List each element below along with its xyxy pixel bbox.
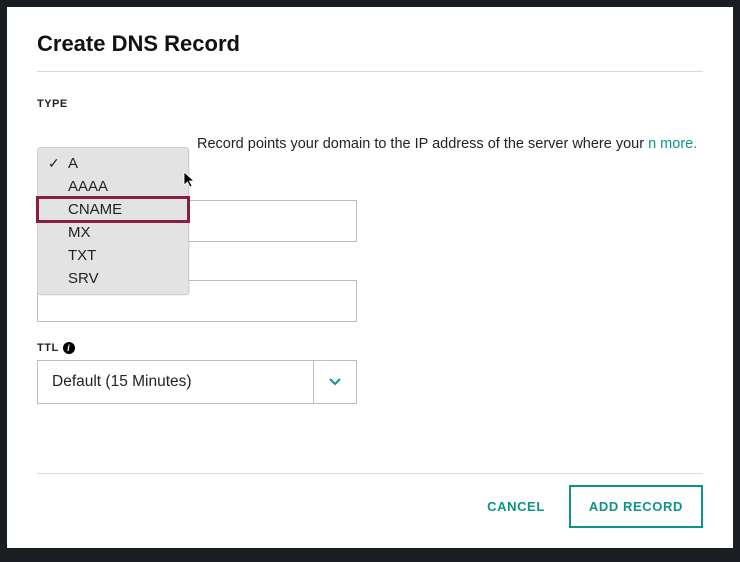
create-dns-record-dialog: Create DNS Record TYPE Record points you… — [7, 7, 733, 548]
dialog-footer: CANCEL ADD RECORD — [481, 485, 703, 528]
dropdown-item-a[interactable]: ✓ A — [38, 152, 188, 175]
info-icon[interactable]: i — [63, 342, 75, 354]
cancel-button[interactable]: CANCEL — [481, 489, 551, 524]
dropdown-item-label: TXT — [68, 247, 96, 264]
ttl-section: TTL i Default (15 Minutes) — [37, 342, 703, 404]
chevron-down-icon — [329, 378, 341, 386]
type-section: TYPE — [37, 98, 703, 110]
dropdown-item-label: AAAA — [68, 178, 108, 195]
dropdown-item-label: MX — [68, 224, 91, 241]
ttl-select-value: Default (15 Minutes) — [37, 360, 313, 404]
dropdown-item-mx[interactable]: MX — [38, 221, 188, 244]
dialog-title: Create DNS Record — [37, 31, 703, 57]
description-text: Record points your domain to the IP addr… — [197, 136, 644, 152]
dropdown-item-cname[interactable]: CNAME — [38, 198, 188, 221]
check-icon: ✓ — [48, 155, 60, 172]
divider-bottom — [37, 473, 703, 474]
ttl-label: TTL i — [37, 342, 703, 354]
dropdown-item-label: CNAME — [68, 201, 122, 218]
ttl-label-text: TTL — [37, 342, 59, 354]
dropdown-item-srv[interactable]: SRV — [38, 267, 188, 290]
dropdown-item-label: SRV — [68, 270, 99, 287]
type-dropdown[interactable]: ✓ A AAAA CNAME MX TXT SRV — [37, 147, 189, 295]
dropdown-item-aaaa[interactable]: AAAA — [38, 175, 188, 198]
ttl-select[interactable]: Default (15 Minutes) — [37, 360, 357, 404]
ttl-caret-button[interactable] — [313, 360, 357, 404]
cursor-icon — [183, 171, 197, 189]
learn-more-partial[interactable]: n more. — [648, 136, 697, 152]
type-label: TYPE — [37, 98, 703, 110]
dropdown-item-txt[interactable]: TXT — [38, 244, 188, 267]
add-record-button[interactable]: ADD RECORD — [569, 485, 703, 528]
dropdown-item-label: A — [68, 155, 78, 172]
divider-top — [37, 71, 703, 72]
